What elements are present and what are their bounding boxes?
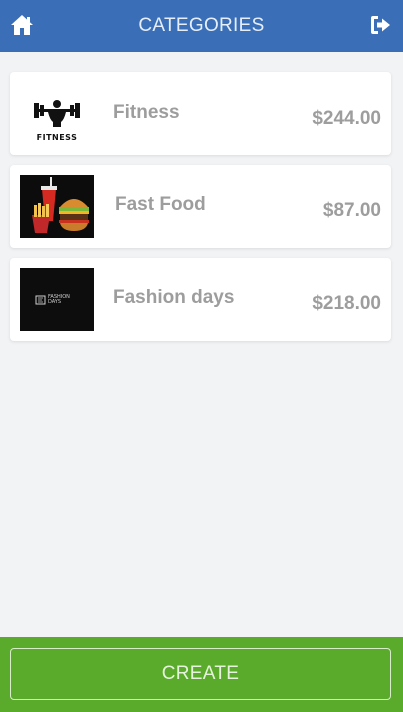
fashion-days-logo: FASHION DAYS xyxy=(20,268,94,331)
category-price: $87.00 xyxy=(322,200,381,221)
category-card-fitness[interactable]: FITNESS Fitness $244.00 xyxy=(10,72,391,155)
app-header: CATEGORIES xyxy=(0,0,403,52)
fitness-logo-text: FITNESS xyxy=(36,133,78,142)
category-name: Fitness xyxy=(113,102,180,123)
fashion-days-logo-text: FASHION DAYS xyxy=(48,294,70,305)
sign-out-icon[interactable] xyxy=(369,15,391,35)
category-list: FITNESS Fitness $244.00 Fast Food $87.00… xyxy=(10,72,391,351)
category-name: Fashion days xyxy=(113,287,235,308)
category-name: Fast Food xyxy=(115,194,206,215)
fitness-logo: FITNESS xyxy=(20,82,94,145)
category-card-fast-food[interactable]: Fast Food $87.00 xyxy=(10,165,391,248)
fast-food-image xyxy=(20,175,94,238)
category-price: $244.00 xyxy=(312,108,381,129)
footer-bar: CREATE xyxy=(0,637,403,712)
create-button[interactable]: CREATE xyxy=(10,648,391,700)
category-card-fashion-days[interactable]: FASHION DAYS Fashion days $218.00 xyxy=(10,258,391,341)
category-price: $218.00 xyxy=(312,293,381,314)
page-title: CATEGORIES xyxy=(138,15,265,36)
home-icon[interactable] xyxy=(10,14,34,36)
